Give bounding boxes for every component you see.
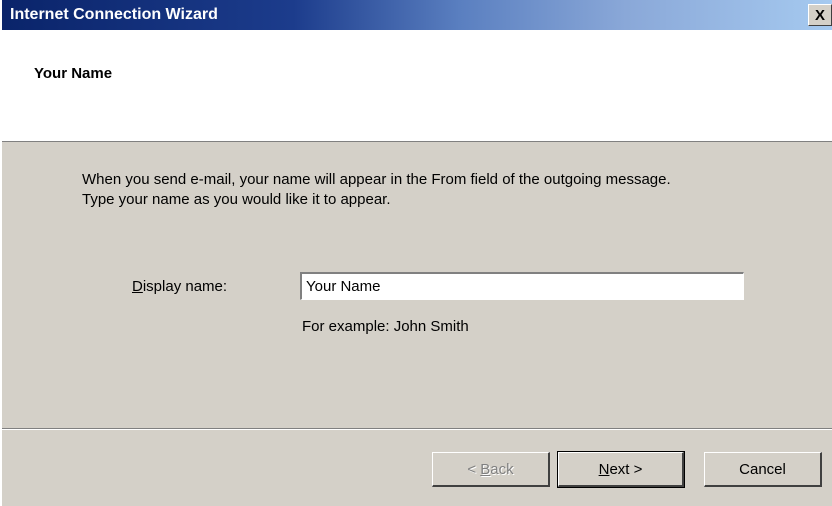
display-name-accel: D	[132, 278, 143, 295]
instructions-text: When you send e-mail, your name will app…	[82, 170, 802, 210]
wizard-window: Internet Connection Wizard X Your Name W…	[0, 0, 832, 506]
example-text: For example: John Smith	[302, 318, 469, 335]
next-label: Next >	[599, 461, 643, 478]
wizard-header: Your Name	[2, 30, 832, 142]
instruction-line-2: Type your name as you would like it to a…	[82, 191, 391, 208]
back-rest: ack	[490, 460, 514, 478]
back-prefix: <	[467, 460, 481, 478]
cancel-button[interactable]: Cancel	[704, 452, 822, 487]
window-title: Internet Connection Wizard	[10, 6, 218, 23]
display-name-input[interactable]	[300, 272, 744, 300]
display-name-label-text: isplay name:	[142, 278, 228, 295]
next-rest: ext >	[609, 460, 643, 478]
close-button[interactable]: X	[808, 4, 832, 26]
back-button[interactable]: < Back	[432, 452, 550, 487]
back-label: < Back	[467, 461, 513, 478]
instruction-line-1: When you send e-mail, your name will app…	[82, 171, 671, 188]
display-name-label: Display name:	[132, 278, 227, 295]
page-title: Your Name	[34, 65, 113, 82]
title-bar[interactable]: Internet Connection Wizard X	[2, 0, 832, 30]
cancel-label: Cancel	[739, 460, 786, 478]
back-accel: B	[480, 460, 491, 478]
button-separator	[2, 428, 832, 430]
close-icon: X	[814, 6, 825, 24]
wizard-body: When you send e-mail, your name will app…	[2, 142, 832, 428]
next-accel: N	[598, 460, 610, 478]
next-button[interactable]: Next >	[557, 451, 685, 488]
